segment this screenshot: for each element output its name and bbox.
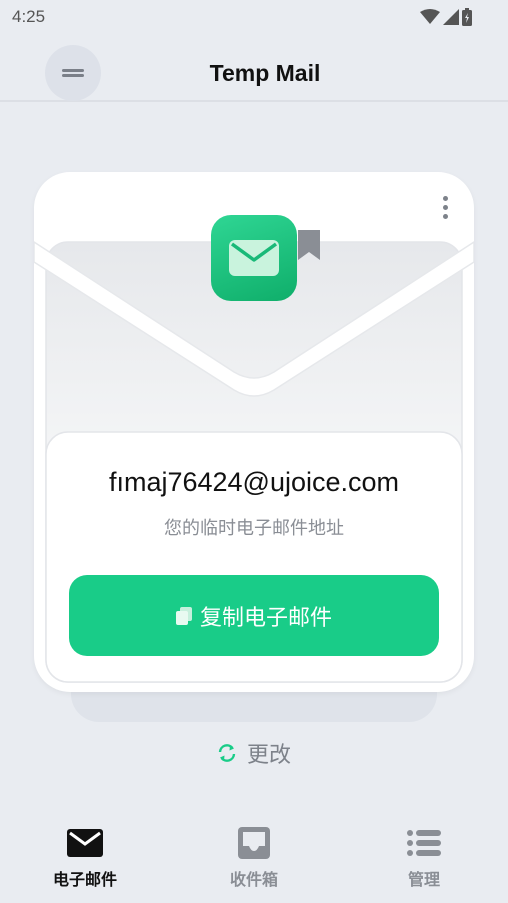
battery-icon (462, 8, 472, 26)
copy-email-label: 复制电子邮件 (199, 605, 332, 631)
list-icon (407, 826, 441, 860)
refresh-icon (218, 744, 236, 762)
nav-item-manage[interactable]: 管理 (364, 826, 484, 890)
bottom-nav: 电子邮件 收件箱 管理 (0, 810, 508, 903)
email-address[interactable]: fımaj76424@ujoice.com (34, 467, 474, 498)
bookmark-icon (298, 230, 320, 260)
email-card: fımaj76424@ujoice.com 您的临时电子邮件地址 复制电子邮件 (34, 172, 474, 692)
change-label: 更改 (246, 743, 291, 768)
inbox-icon (238, 826, 270, 860)
more-options-button[interactable] (434, 192, 456, 222)
app-bar: Temp Mail (0, 34, 508, 102)
signal-icon (443, 9, 459, 25)
mail-logo-icon (211, 215, 297, 301)
nav-label-email: 电子邮件 (52, 870, 117, 889)
email-caption: 您的临时电子邮件地址 (164, 518, 344, 539)
nav-item-email[interactable]: 电子邮件 (25, 826, 145, 890)
mail-icon (67, 826, 103, 860)
nav-item-inbox[interactable]: 收件箱 (194, 826, 314, 890)
nav-label-inbox: 收件箱 (229, 870, 278, 889)
nav-label-manage: 管理 (407, 870, 440, 889)
status-bar: 4:25 (0, 0, 508, 34)
copy-icon (175, 606, 192, 625)
status-time: 4:25 (12, 7, 46, 26)
status-icons (420, 8, 472, 26)
copy-email-button[interactable]: 复制电子邮件 (69, 575, 439, 656)
wifi-icon (420, 9, 440, 24)
change-email-button[interactable]: 更改 (0, 737, 508, 769)
page-title: Temp Mail (209, 60, 321, 86)
